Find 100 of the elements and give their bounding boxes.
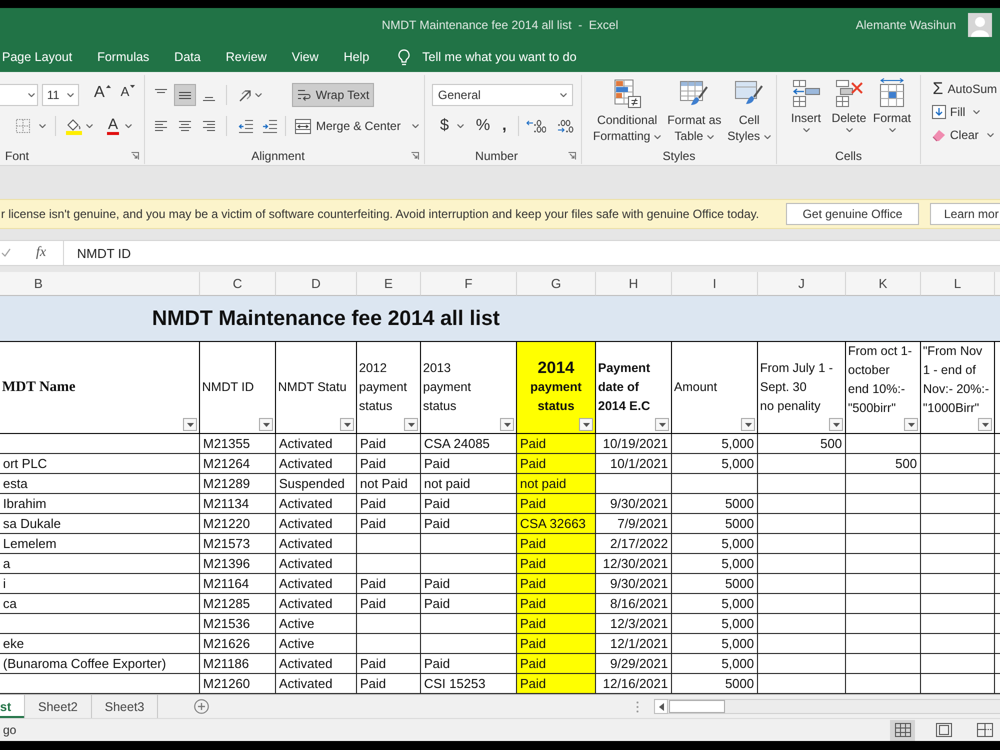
column-heading: Payment date of 2014 E.C (598, 360, 650, 415)
group-label: Alignment (250, 149, 306, 163)
insert-button[interactable]: Insert (785, 75, 827, 133)
table-cell: 10/1/2021 (596, 454, 672, 474)
delete-cells-icon (834, 78, 864, 108)
font-name-field[interactable] (0, 84, 38, 106)
dialog-launcher-icon[interactable] (411, 152, 419, 160)
column-header[interactable]: F (421, 272, 517, 296)
filter-button[interactable] (183, 418, 197, 431)
format-as-table-button[interactable]: Format as Table (664, 75, 724, 145)
table-cell: not Paid (357, 474, 421, 494)
table-cell: M21396 (200, 554, 276, 574)
column-header[interactable]: G (517, 272, 596, 296)
scroll-left-button[interactable] (654, 699, 668, 714)
ribbon-tab[interactable]: Formulas (97, 50, 150, 64)
vertical-dots-icon[interactable] (636, 700, 639, 712)
column-header[interactable]: I (672, 272, 758, 296)
caret-icon (582, 422, 590, 426)
caret-icon (973, 110, 980, 114)
ribbon-tab[interactable]: Help (344, 50, 370, 64)
sheet-tab[interactable]: st (0, 695, 26, 718)
insert-function-button[interactable]: fx (36, 245, 46, 261)
align-left-icon (154, 120, 168, 132)
increase-indent-icon (262, 119, 278, 133)
column-header[interactable]: H (596, 272, 672, 296)
normal-view-button[interactable] (890, 720, 915, 740)
delete-button[interactable]: Delete (828, 75, 870, 133)
cell-styles-button[interactable]: Cell Styles (724, 75, 774, 145)
column-header[interactable]: C (200, 272, 276, 296)
shrink-font-button[interactable]: A (118, 84, 138, 106)
table-cell: Active (276, 614, 357, 634)
filter-button[interactable] (579, 418, 593, 431)
filter-button[interactable] (904, 418, 918, 431)
filter-button[interactable] (259, 418, 273, 431)
currency-button[interactable]: $ (437, 115, 467, 137)
comma-style-button[interactable]: , (499, 115, 510, 137)
table-cell: Activated (276, 574, 357, 594)
dialog-launcher-icon[interactable] (568, 152, 576, 160)
column-header[interactable]: K (846, 272, 921, 296)
merge-center-button[interactable]: Merge & Center (292, 115, 422, 137)
filter-button[interactable] (741, 418, 755, 431)
table-cell: 10/19/2021 (596, 434, 672, 454)
conditional-formatting-button[interactable]: Conditional Formatting (590, 75, 664, 145)
filter-button[interactable] (829, 418, 843, 431)
filter-button[interactable] (655, 418, 669, 431)
notice-button[interactable]: Get genuine Office (786, 203, 919, 225)
align-top-icon (154, 89, 168, 93)
format-button[interactable]: Format (871, 75, 913, 133)
fill-button[interactable]: Fill (929, 100, 1000, 123)
ribbon-tab[interactable]: Page Layout (2, 50, 72, 64)
table-cell: 5,000 (672, 614, 758, 634)
table-cell: Activated (276, 534, 357, 554)
percent-button[interactable]: % (472, 115, 494, 137)
caret-icon (846, 128, 852, 132)
caret-up-icon (106, 85, 111, 88)
scrollbar-thumb[interactable] (669, 700, 725, 713)
empty-cell (357, 554, 421, 574)
table-cell: Paid (357, 454, 421, 474)
clear-button[interactable]: Clear (929, 123, 1000, 146)
column-header[interactable]: J (758, 272, 846, 296)
font-color-button[interactable]: A (104, 115, 136, 137)
add-sheet-icon[interactable] (194, 699, 210, 714)
wrap-text-button[interactable]: Wrap Text (292, 83, 374, 107)
column-header[interactable]: L (921, 272, 995, 296)
table-cell: Paid (357, 574, 421, 594)
column-heading: 2014 payment status (529, 359, 583, 415)
group-label: Number (474, 149, 519, 163)
table-cell: 2/17/2022 (596, 534, 672, 554)
lightbulb-icon (398, 48, 410, 66)
table-cell: M21264 (200, 454, 276, 474)
align-middle-button[interactable] (174, 84, 196, 106)
dialog-launcher-icon[interactable] (131, 152, 139, 160)
number-format-field[interactable]: General (432, 84, 573, 106)
table-cell: esta (0, 474, 200, 494)
tell-me-field[interactable]: Tell me what you want to do (422, 50, 602, 64)
filter-button[interactable] (340, 418, 354, 431)
caret-icon (744, 422, 752, 426)
table-cell: Paid (517, 634, 596, 654)
filter-button[interactable] (500, 418, 514, 431)
caret-icon (39, 124, 46, 128)
ribbon-tab[interactable]: View (292, 50, 319, 64)
notice-button[interactable]: Learn mor (930, 203, 1000, 225)
increase-decimal-icon (526, 118, 546, 134)
check-icon[interactable] (1, 248, 11, 258)
filter-button[interactable] (404, 418, 418, 431)
column-heading: 2013 payment status (423, 360, 471, 415)
font-size-field[interactable]: 11 (42, 84, 79, 106)
ribbon-tab[interactable]: Review (226, 50, 267, 64)
grow-font-button[interactable]: A (91, 84, 114, 106)
column-header[interactable]: E (357, 272, 421, 296)
table-cell: 500 (758, 434, 846, 454)
decrease-decimal-icon (556, 118, 576, 134)
table-cell: 5,000 (672, 554, 758, 574)
ribbon-tab[interactable]: Data (174, 50, 201, 64)
autosum-button[interactable]: Σ AutoSum (929, 77, 1000, 100)
column-header[interactable]: D (276, 272, 357, 296)
column-header[interactable]: B (0, 272, 200, 296)
filter-button[interactable] (978, 418, 992, 431)
caret-icon (982, 422, 988, 426)
formula-field[interactable]: NMDT ID (63, 240, 1000, 266)
